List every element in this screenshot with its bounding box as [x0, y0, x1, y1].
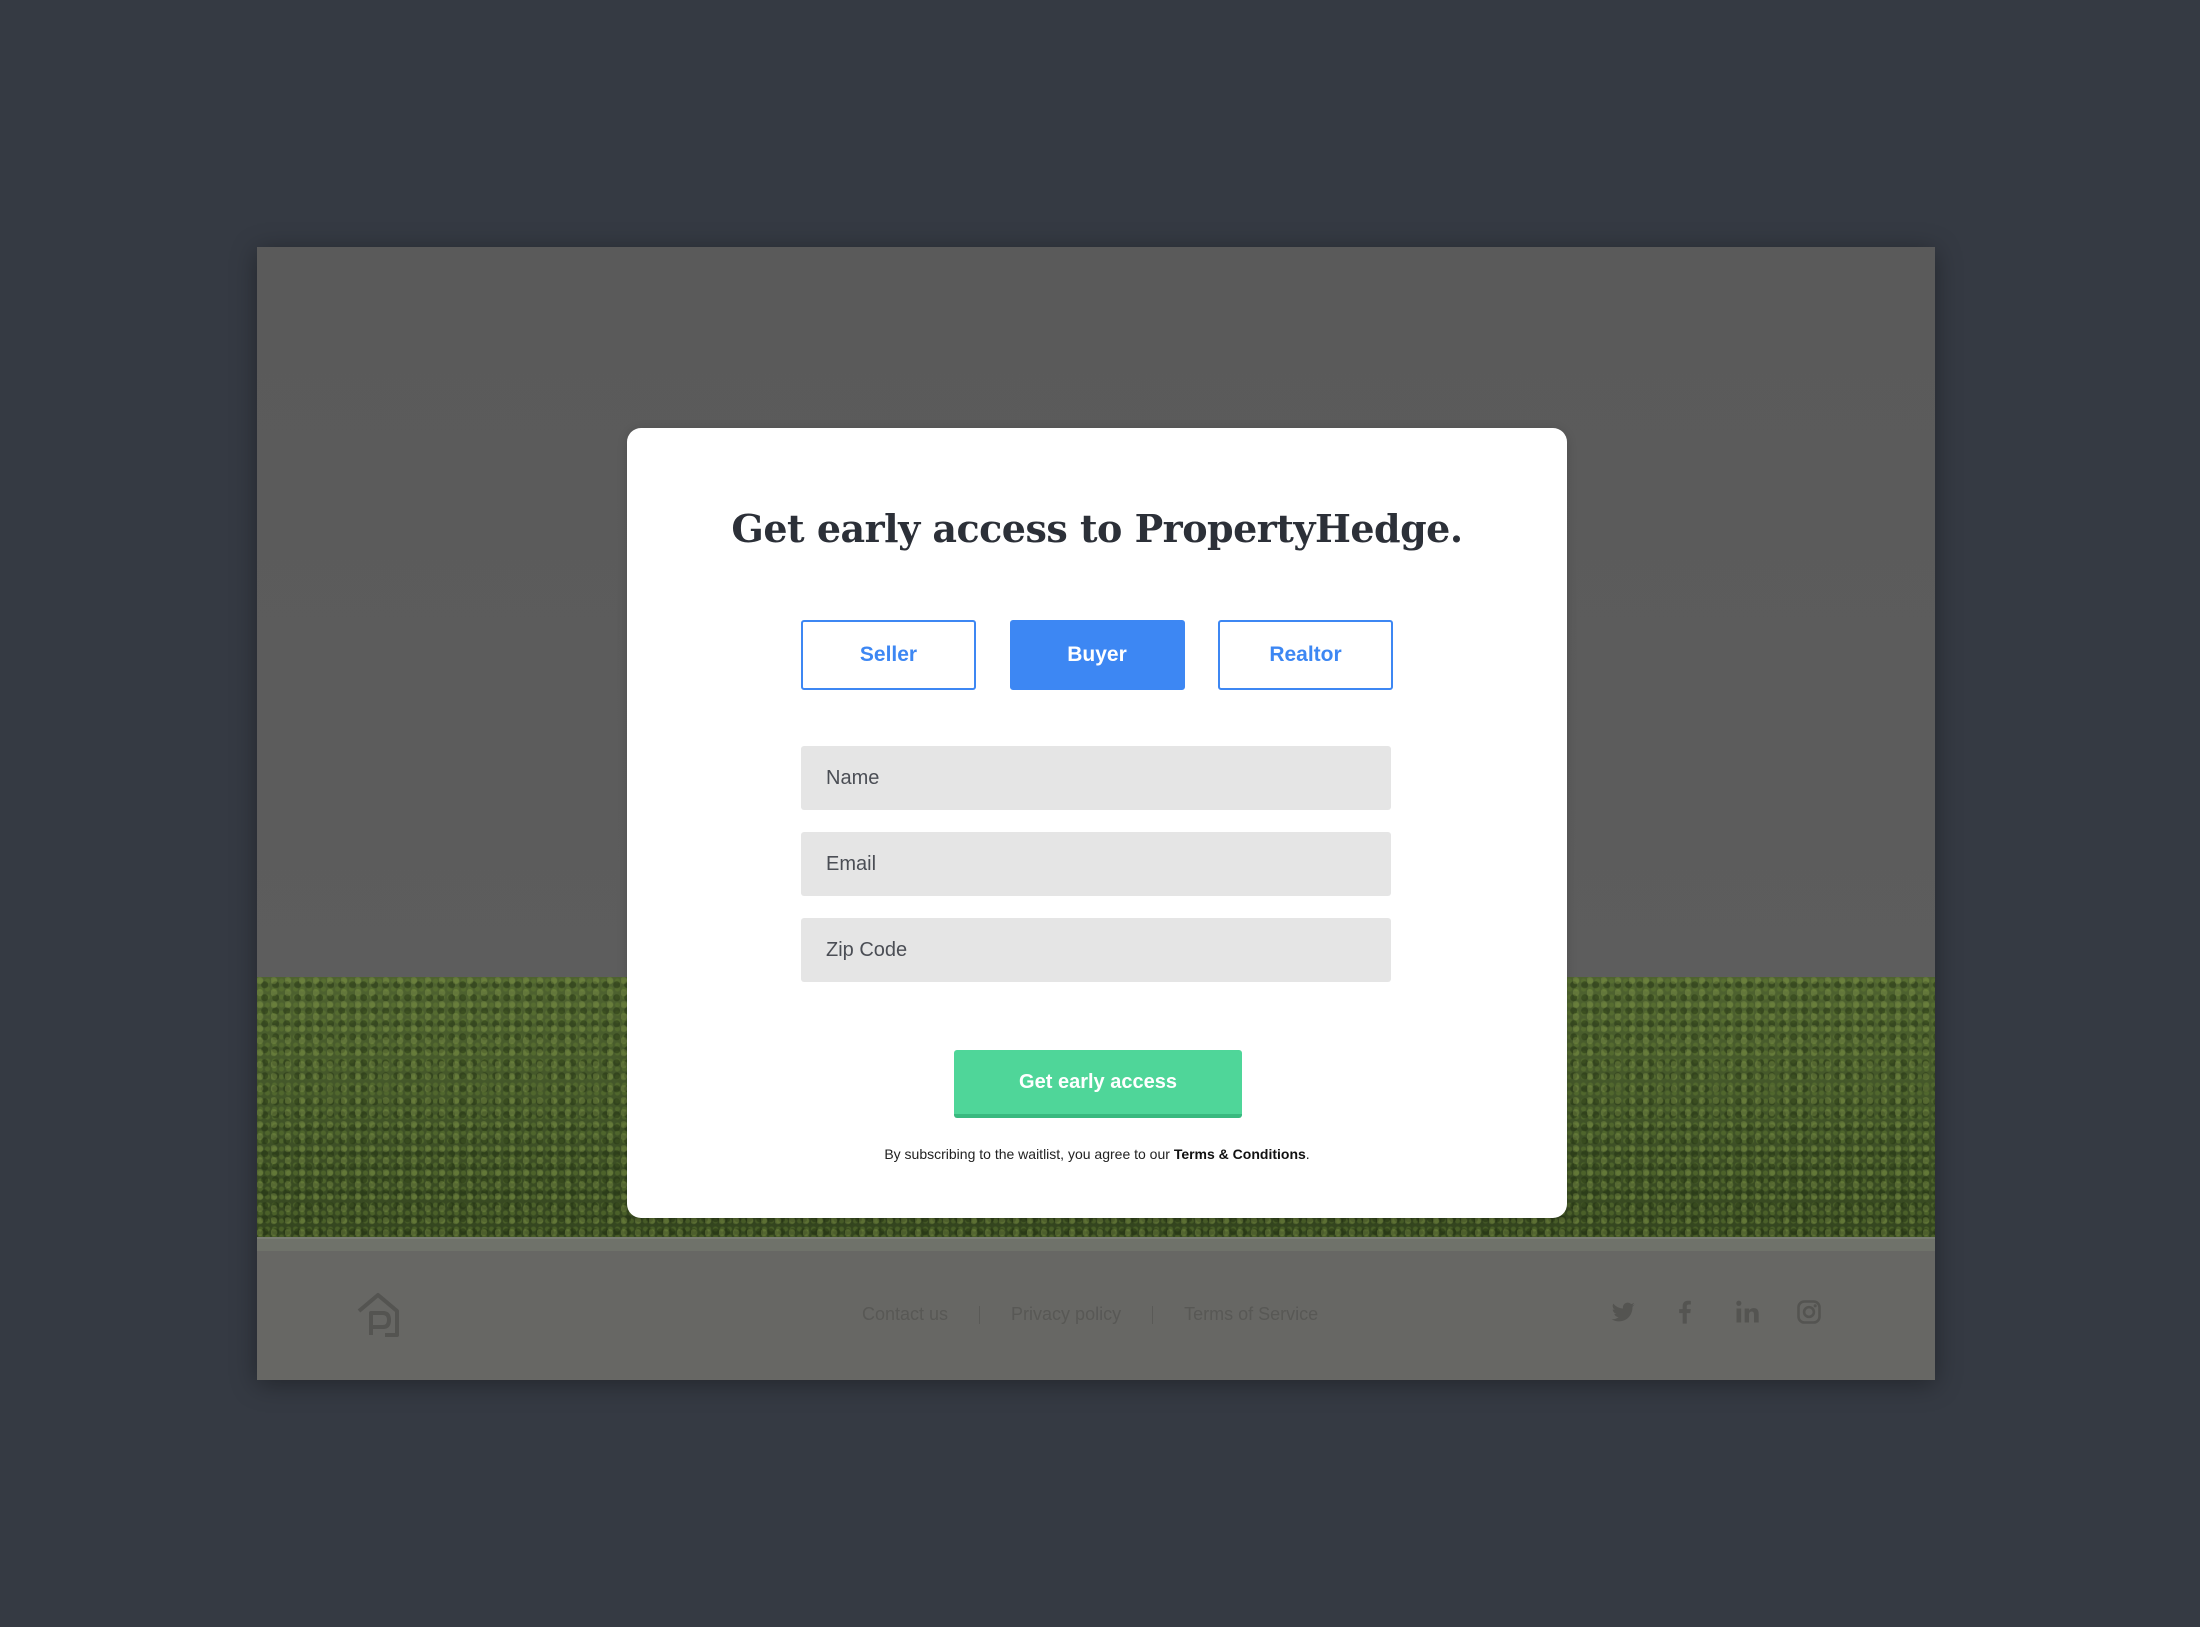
footer-link-separator — [1152, 1305, 1154, 1324]
role-realtor-button[interactable]: Realtor — [1218, 620, 1393, 690]
modal-title: Get early access to PropertyHedge. — [731, 506, 1463, 551]
instagram-icon[interactable] — [1795, 1298, 1823, 1326]
footer-link-terms[interactable]: Terms of Service — [1184, 1304, 1318, 1325]
footer-link-contact[interactable]: Contact us — [862, 1304, 948, 1325]
terms-conditions-link[interactable]: Terms & Conditions — [1174, 1146, 1306, 1162]
name-input[interactable] — [801, 746, 1391, 810]
role-buyer-button[interactable]: Buyer — [1009, 620, 1185, 690]
role-seller-button[interactable]: Seller — [801, 620, 976, 690]
linkedin-icon[interactable] — [1733, 1298, 1761, 1326]
social-links — [1609, 1298, 1823, 1326]
footer-link-privacy[interactable]: Privacy policy — [1011, 1304, 1121, 1325]
disclaimer-prefix: By subscribing to the waitlist, you agre… — [884, 1146, 1174, 1162]
disclaimer-text: By subscribing to the waitlist, you agre… — [627, 1146, 1567, 1162]
email-input[interactable] — [801, 832, 1391, 896]
disclaimer-suffix: . — [1305, 1146, 1310, 1162]
early-access-modal: Get early access to PropertyHedge. Selle… — [627, 428, 1567, 1218]
role-selector: Seller Buyer Realtor — [801, 620, 1393, 690]
footer-links: Contact us Privacy policy Terms of Servi… — [862, 1304, 1318, 1325]
zip-code-input[interactable] — [801, 918, 1391, 982]
twitter-icon[interactable] — [1609, 1298, 1637, 1326]
propertyhedge-logo-icon[interactable] — [355, 1291, 401, 1339]
get-early-access-button[interactable]: Get early access — [954, 1050, 1242, 1118]
footer: Contact us Privacy policy Terms of Servi… — [257, 1251, 1935, 1380]
facebook-icon[interactable] — [1671, 1298, 1699, 1326]
footer-link-separator — [979, 1305, 981, 1324]
